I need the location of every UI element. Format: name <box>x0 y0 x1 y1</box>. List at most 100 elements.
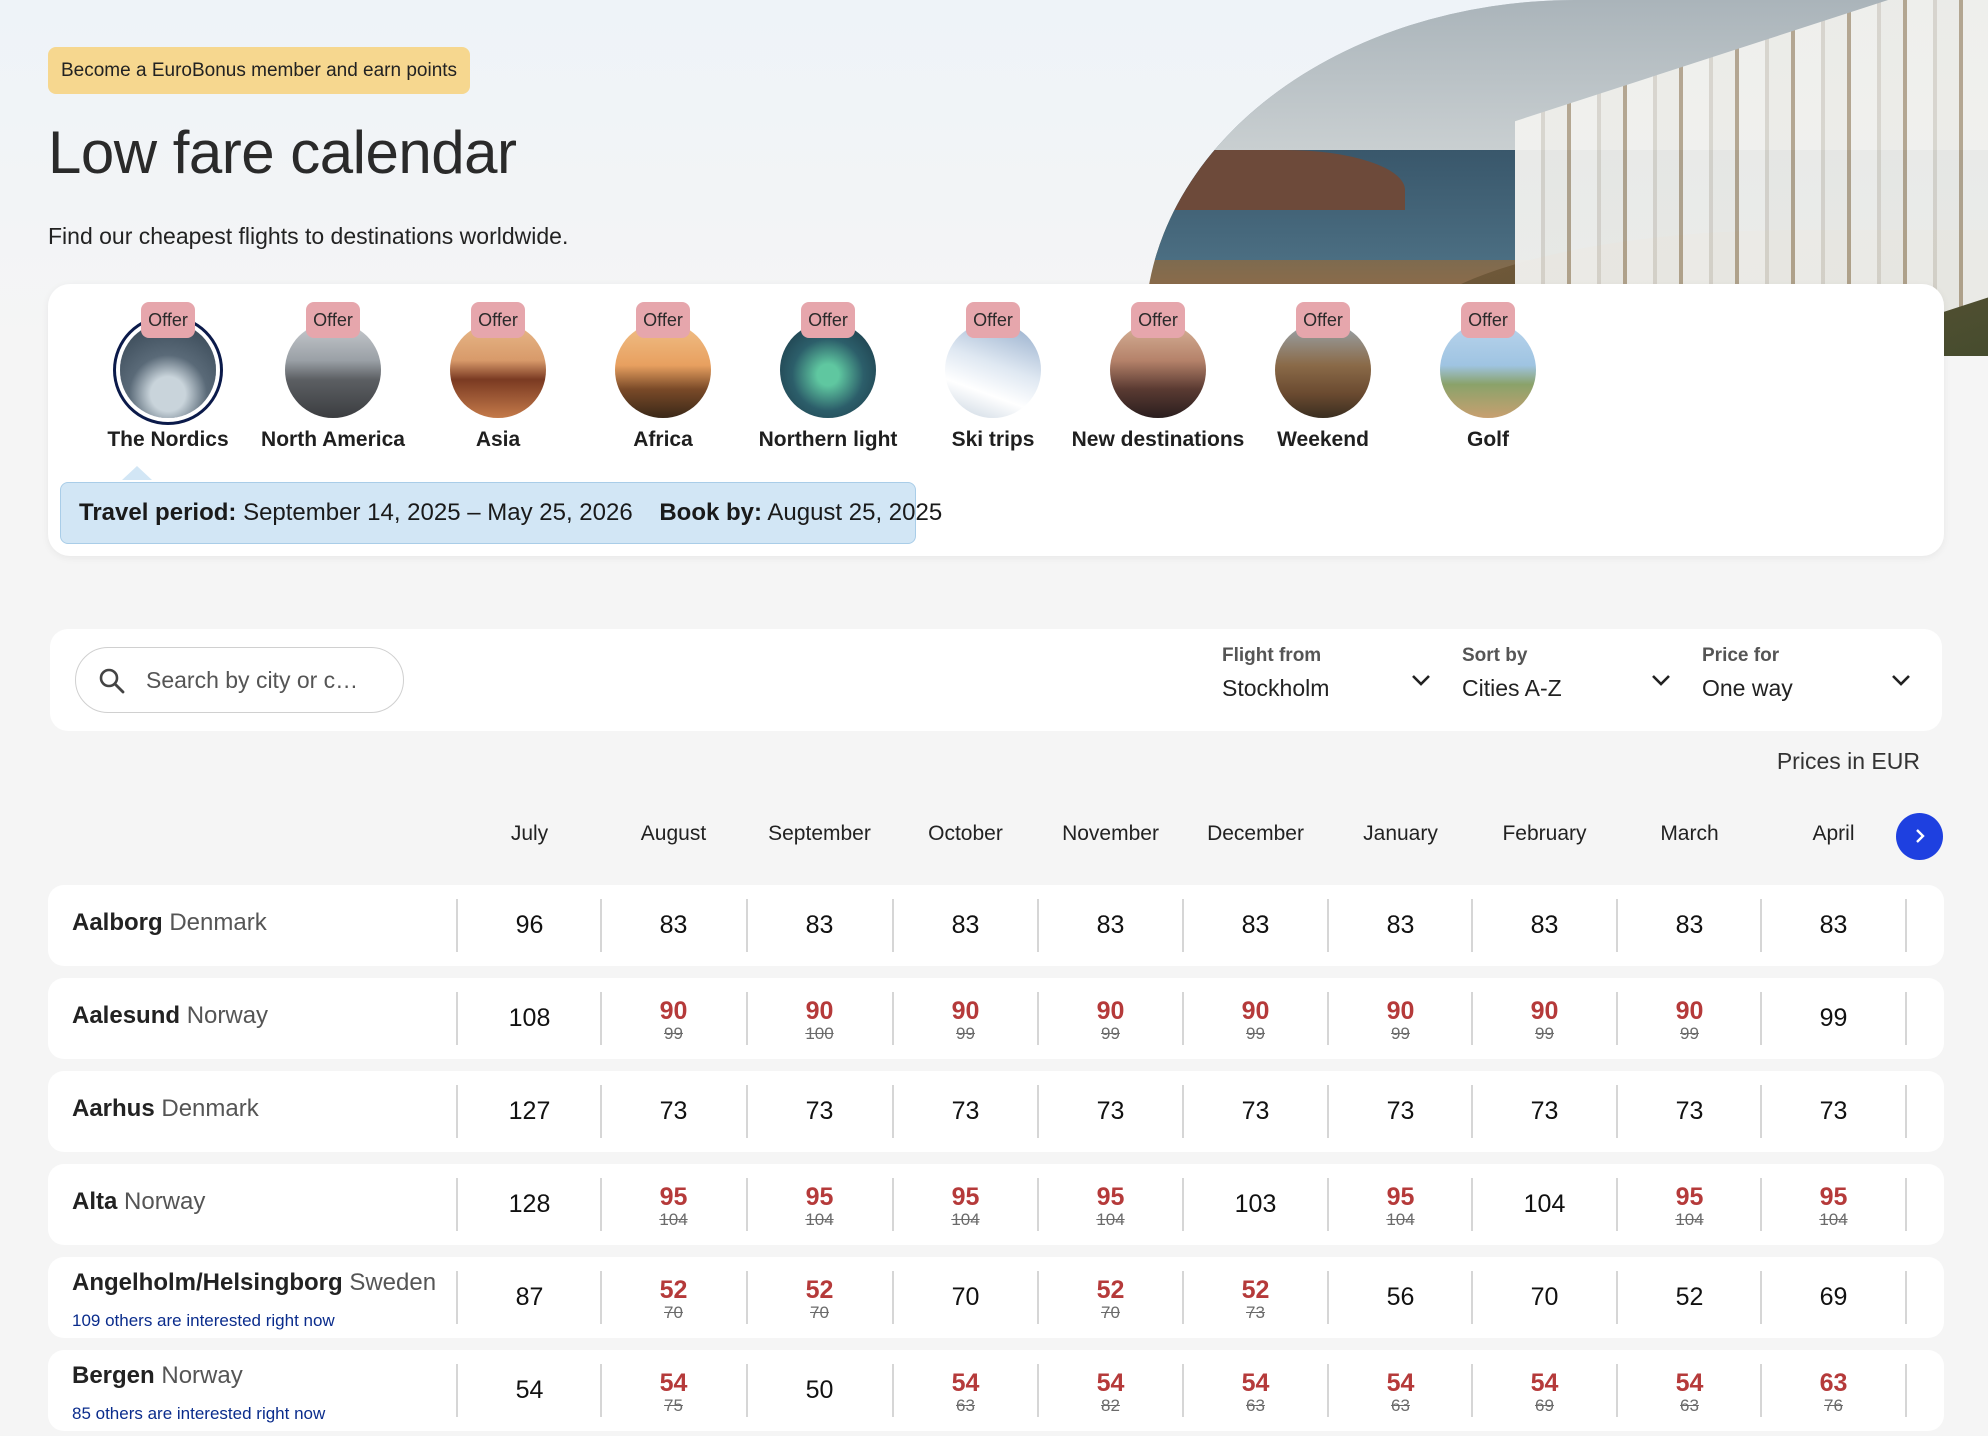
column-divider <box>1905 899 1907 952</box>
destination-name[interactable]: Aalborg Denmark <box>72 909 267 937</box>
offer-price: 90 <box>1096 997 1125 1025</box>
price-cell[interactable]: 83 <box>893 885 1038 966</box>
price-cell[interactable]: 54 69 <box>1472 1350 1617 1431</box>
price-cell[interactable]: 90 100 <box>747 978 892 1059</box>
original-price: 104 <box>1819 1210 1848 1229</box>
original-price: 73 <box>1246 1303 1265 1322</box>
price-cell[interactable]: 103 <box>1183 1164 1328 1245</box>
city-name: Alta <box>72 1188 118 1215</box>
price-cell[interactable]: 70 <box>1472 1257 1617 1338</box>
destination-name[interactable]: Aalesund Norway <box>72 1002 268 1030</box>
price-cell[interactable]: 69 <box>1761 1257 1906 1338</box>
original-price: 104 <box>1096 1210 1125 1229</box>
price: 50 <box>805 1376 834 1404</box>
price-cell[interactable]: 83 <box>601 885 746 966</box>
price-cell[interactable]: 63 76 <box>1761 1350 1906 1431</box>
column-divider <box>1905 992 1907 1045</box>
travel-info-box: Travel period: September 14, 2025 – May … <box>60 482 942 544</box>
price-cell[interactable]: 73 <box>601 1071 746 1152</box>
price-cell[interactable]: 54 <box>457 1350 602 1431</box>
offer-price: 54 <box>1675 1369 1704 1397</box>
price-cell[interactable]: 70 <box>893 1257 1038 1338</box>
price-cell[interactable]: 95 104 <box>1038 1164 1183 1245</box>
price-cell[interactable]: 73 <box>1328 1071 1473 1152</box>
original-price: 99 <box>1391 1024 1410 1043</box>
price-cell[interactable]: 83 <box>1761 885 1906 966</box>
price-cell[interactable]: 73 <box>747 1071 892 1152</box>
price-cell[interactable]: 95 104 <box>601 1164 746 1245</box>
price-cell[interactable]: 73 <box>1183 1071 1328 1152</box>
price-cell[interactable]: 104 <box>1472 1164 1617 1245</box>
offer-price: 90 <box>1241 997 1270 1025</box>
price-cell[interactable]: 95 104 <box>1617 1164 1762 1245</box>
price-cell[interactable]: 95 104 <box>893 1164 1038 1245</box>
price-cell[interactable]: 90 99 <box>1617 978 1762 1059</box>
price-cell[interactable]: 52 <box>1617 1257 1762 1338</box>
price-cell[interactable]: 95 104 <box>1761 1164 1906 1245</box>
column-divider <box>1905 1364 1907 1417</box>
destination-name[interactable]: Aarhus Denmark <box>72 1095 259 1123</box>
price: 73 <box>1819 1097 1848 1125</box>
price-cell[interactable]: 95 104 <box>1328 1164 1473 1245</box>
destination-name[interactable]: Alta Norway <box>72 1188 205 1216</box>
original-price: 99 <box>664 1024 683 1043</box>
price-cell[interactable]: 56 <box>1328 1257 1473 1338</box>
price-cell[interactable]: 73 <box>893 1071 1038 1152</box>
price-cell[interactable]: 52 70 <box>1038 1257 1183 1338</box>
price-cell[interactable]: 83 <box>1183 885 1328 966</box>
price-cell[interactable]: 83 <box>747 885 892 966</box>
price-cell[interactable]: 52 70 <box>601 1257 746 1338</box>
price-cell[interactable]: 54 82 <box>1038 1350 1183 1431</box>
flight-from-value: Stockholm <box>1222 675 1330 701</box>
price: 83 <box>1819 911 1848 939</box>
price: 73 <box>1675 1097 1704 1125</box>
price-cell[interactable]: 90 99 <box>1328 978 1473 1059</box>
price-cell[interactable]: 54 63 <box>1328 1350 1473 1431</box>
eurobonus-badge[interactable]: Become a EuroBonus member and earn point… <box>48 47 471 94</box>
original-price: 63 <box>1680 1396 1699 1415</box>
price-cell[interactable]: 99 <box>1761 978 1906 1059</box>
price-cell[interactable]: 90 99 <box>1472 978 1617 1059</box>
flight-from-dropdown[interactable]: Flight from Stockholm <box>1222 643 1432 715</box>
price-cell[interactable]: 73 <box>1761 1071 1906 1152</box>
price-cell[interactable]: 128 <box>457 1164 602 1245</box>
price-cell[interactable]: 54 63 <box>1617 1350 1762 1431</box>
destination-name[interactable]: Angelholm/Helsingborg Sweden <box>72 1269 436 1297</box>
price-cell[interactable]: 90 99 <box>893 978 1038 1059</box>
price-cell[interactable]: 90 99 <box>601 978 746 1059</box>
price-cell[interactable]: 96 <box>457 885 602 966</box>
price: 83 <box>1096 911 1125 939</box>
price-cell[interactable]: 52 73 <box>1183 1257 1328 1338</box>
price-cell[interactable]: 83 <box>1472 885 1617 966</box>
price-cell[interactable]: 90 99 <box>1038 978 1183 1059</box>
price: 73 <box>1241 1097 1270 1125</box>
price-cell[interactable]: 73 <box>1038 1071 1183 1152</box>
price-cell[interactable]: 83 <box>1617 885 1762 966</box>
price: 73 <box>951 1097 980 1125</box>
offer-price: 52 <box>659 1276 688 1304</box>
price-cell[interactable]: 87 <box>457 1257 602 1338</box>
price-cell[interactable]: 83 <box>1328 885 1473 966</box>
search-input[interactable] <box>146 648 386 712</box>
price-cell[interactable]: 95 104 <box>747 1164 892 1245</box>
next-months-button[interactable] <box>1896 813 1943 860</box>
price-cell[interactable]: 90 99 <box>1183 978 1328 1059</box>
city-name: Aalesund <box>72 1002 181 1029</box>
destination-name[interactable]: Bergen Norway <box>72 1362 243 1390</box>
category-golf[interactable]: Offer Golf <box>1388 302 1588 451</box>
price-cell[interactable]: 54 63 <box>1183 1350 1328 1431</box>
price-cell[interactable]: 127 <box>457 1071 602 1152</box>
price-cell[interactable]: 54 63 <box>893 1350 1038 1431</box>
sort-by-dropdown[interactable]: Sort by Cities A-Z <box>1462 643 1672 715</box>
price-cell[interactable]: 73 <box>1617 1071 1762 1152</box>
flight-from-label: Flight from <box>1222 645 1322 666</box>
price-cell[interactable]: 50 <box>747 1350 892 1431</box>
price-cell[interactable]: 54 75 <box>601 1350 746 1431</box>
price-cell[interactable]: 73 <box>1472 1071 1617 1152</box>
price-cell[interactable]: 108 <box>457 978 602 1059</box>
price: 69 <box>1819 1283 1848 1311</box>
price-cell[interactable]: 52 70 <box>747 1257 892 1338</box>
price-for-dropdown[interactable]: Price for One way <box>1702 643 1912 715</box>
search-box[interactable] <box>75 647 404 713</box>
price-cell[interactable]: 83 <box>1038 885 1183 966</box>
